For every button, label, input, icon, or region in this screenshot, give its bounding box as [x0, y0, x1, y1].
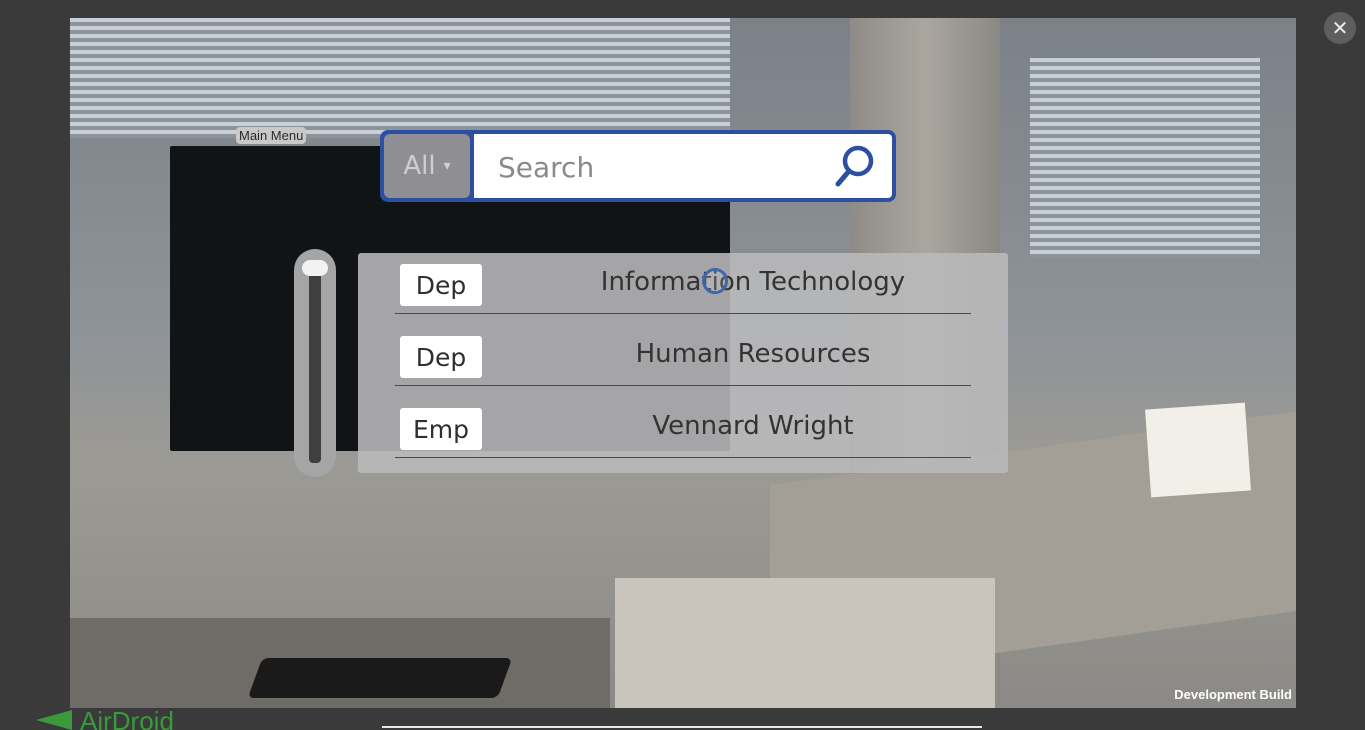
search-bar: All ▾	[380, 130, 896, 202]
close-icon: ✕	[1331, 16, 1349, 40]
file-cabinet	[615, 578, 995, 708]
result-name: Human Resources	[635, 339, 871, 369]
airdroid-logo: AirDroid	[36, 710, 174, 730]
result-row[interactable]: Dep Human Resources	[395, 325, 971, 386]
gaze-cursor	[702, 268, 728, 294]
airdroid-logo-icon	[36, 710, 72, 730]
scroll-track	[309, 273, 321, 463]
result-row[interactable]: Dep Information Technology	[395, 253, 971, 314]
main-menu-button[interactable]: Main Menu	[236, 127, 307, 144]
development-build-label: Development Build	[1174, 687, 1292, 702]
filter-dropdown[interactable]: All ▾	[384, 134, 470, 198]
search-field	[474, 134, 892, 198]
results-scrollbar[interactable]	[294, 249, 336, 477]
divider	[382, 726, 982, 728]
scroll-thumb[interactable]	[302, 260, 328, 276]
chevron-down-icon: ▾	[443, 158, 451, 174]
search-icon[interactable]	[830, 142, 878, 190]
laptop	[247, 658, 513, 698]
result-type-tag: Dep	[400, 264, 482, 306]
camera-viewport: Main Menu All ▾ Dep Information Technolo…	[70, 18, 1296, 708]
filter-label: All	[403, 151, 436, 181]
results-panel: Dep Information Technology Dep Human Res…	[358, 253, 1008, 473]
result-name: Information Technology	[600, 267, 906, 297]
result-row[interactable]: Emp Vennard Wright	[395, 397, 971, 458]
search-input[interactable]	[496, 148, 820, 186]
result-type-tag: Dep	[400, 336, 482, 378]
result-name: Vennard Wright	[652, 411, 854, 441]
close-button[interactable]: ✕	[1324, 12, 1356, 44]
window-blinds	[70, 18, 730, 138]
airdroid-logo-text: AirDroid	[80, 710, 174, 730]
window-blinds-right	[1030, 58, 1260, 258]
wall-card	[1145, 402, 1251, 498]
result-type-tag: Emp	[400, 408, 482, 450]
